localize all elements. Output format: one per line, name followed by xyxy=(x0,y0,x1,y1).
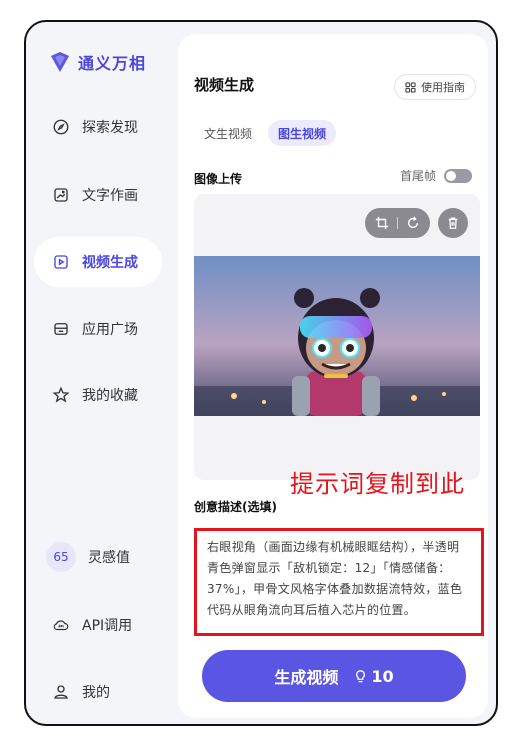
sidebar-item-mine[interactable]: 我的 xyxy=(34,667,162,717)
compass-icon xyxy=(53,119,69,135)
video-icon xyxy=(54,255,68,269)
app-logo[interactable]: 通义万相 xyxy=(48,50,146,74)
lightbulb-icon xyxy=(356,669,366,682)
rotate-icon[interactable] xyxy=(406,216,420,230)
description-label: 创意描述(选填) xyxy=(194,500,277,514)
app-name: 通义万相 xyxy=(78,54,147,73)
cost-value: 10 xyxy=(371,666,394,686)
crop-rotate-group xyxy=(365,208,430,238)
cost-indicator: 10 xyxy=(354,666,394,686)
generate-label: 生成视频 xyxy=(274,668,339,687)
crop-icon[interactable] xyxy=(375,216,389,230)
sidebar-item-label: 我的 xyxy=(82,685,110,701)
upload-label: 图像上传 xyxy=(194,172,243,186)
sidebar-item-favorites[interactable]: 我的收藏 xyxy=(34,370,162,420)
first-last-frame-label: 首尾帧 xyxy=(399,169,436,183)
sidebar-item-label: 探索发现 xyxy=(82,120,138,136)
app-square-icon xyxy=(54,323,68,335)
annotation-label: 提示词复制到此 xyxy=(290,470,465,498)
guide-button[interactable]: 使用指南 xyxy=(394,74,476,100)
user-icon xyxy=(54,685,68,699)
sidebar-item-text-to-image[interactable]: 文字作画 xyxy=(34,170,162,220)
star-icon xyxy=(52,386,70,403)
first-last-frame-row: 首尾帧 xyxy=(400,167,472,184)
sidebar-item-label: 视频生成 xyxy=(82,255,138,271)
logo-icon xyxy=(51,52,69,72)
tab-text-to-video[interactable]: 文生视频 xyxy=(194,120,262,146)
mode-tabs: 文生视频 图生视频 xyxy=(194,120,337,146)
grid-icon xyxy=(405,81,416,93)
sidebar-item-label: 灵感值 xyxy=(88,550,130,566)
inspiration-badge: 65 xyxy=(46,542,76,572)
sidebar-item-label: 文字作画 xyxy=(82,188,138,204)
generate-video-button[interactable]: 生成视频 10 xyxy=(202,650,466,702)
uploaded-image-preview xyxy=(194,256,480,416)
page-title: 视频生成 xyxy=(194,76,255,94)
sidebar-item-video[interactable]: 视频生成 xyxy=(34,237,162,287)
image-icon xyxy=(54,188,68,202)
sidebar-item-app-square[interactable]: 应用广场 xyxy=(34,304,162,354)
sidebar-item-label: API调用 xyxy=(82,618,133,634)
sidebar-item-api[interactable]: API调用 xyxy=(34,600,162,650)
sidebar-item-explore[interactable]: 探索发现 xyxy=(34,102,162,152)
image-toolbar xyxy=(365,208,468,238)
guide-label: 使用指南 xyxy=(421,81,465,94)
image-upload-area[interactable] xyxy=(194,194,480,480)
first-last-frame-toggle[interactable] xyxy=(444,168,472,183)
trash-icon xyxy=(448,217,458,229)
sidebar-item-inspiration[interactable]: 65 灵感值 xyxy=(34,532,162,582)
delete-button[interactable] xyxy=(438,208,468,238)
api-cloud-icon xyxy=(53,620,69,631)
sidebar: 通义万相 探索发现 文字作画 视频生成 应用广场 我的收藏 65 灵感值 API… xyxy=(26,22,176,724)
sidebar-item-label: 我的收藏 xyxy=(82,388,138,404)
divider xyxy=(397,217,398,229)
description-textarea[interactable]: 右眼视角（画面边缘有机械眼眶结构），半透明青色弹窗显示「敌机锁定：12」「情感储… xyxy=(194,528,484,636)
tab-image-to-video[interactable]: 图生视频 xyxy=(268,120,337,146)
sidebar-item-label: 应用广场 xyxy=(82,322,138,338)
main-panel: 视频生成 使用指南 文生视频 图生视频 图像上传 首尾帧 创意描述(选填) 右眼… xyxy=(178,34,488,718)
app-frame: 通义万相 探索发现 文字作画 视频生成 应用广场 我的收藏 65 灵感值 API… xyxy=(24,20,498,726)
